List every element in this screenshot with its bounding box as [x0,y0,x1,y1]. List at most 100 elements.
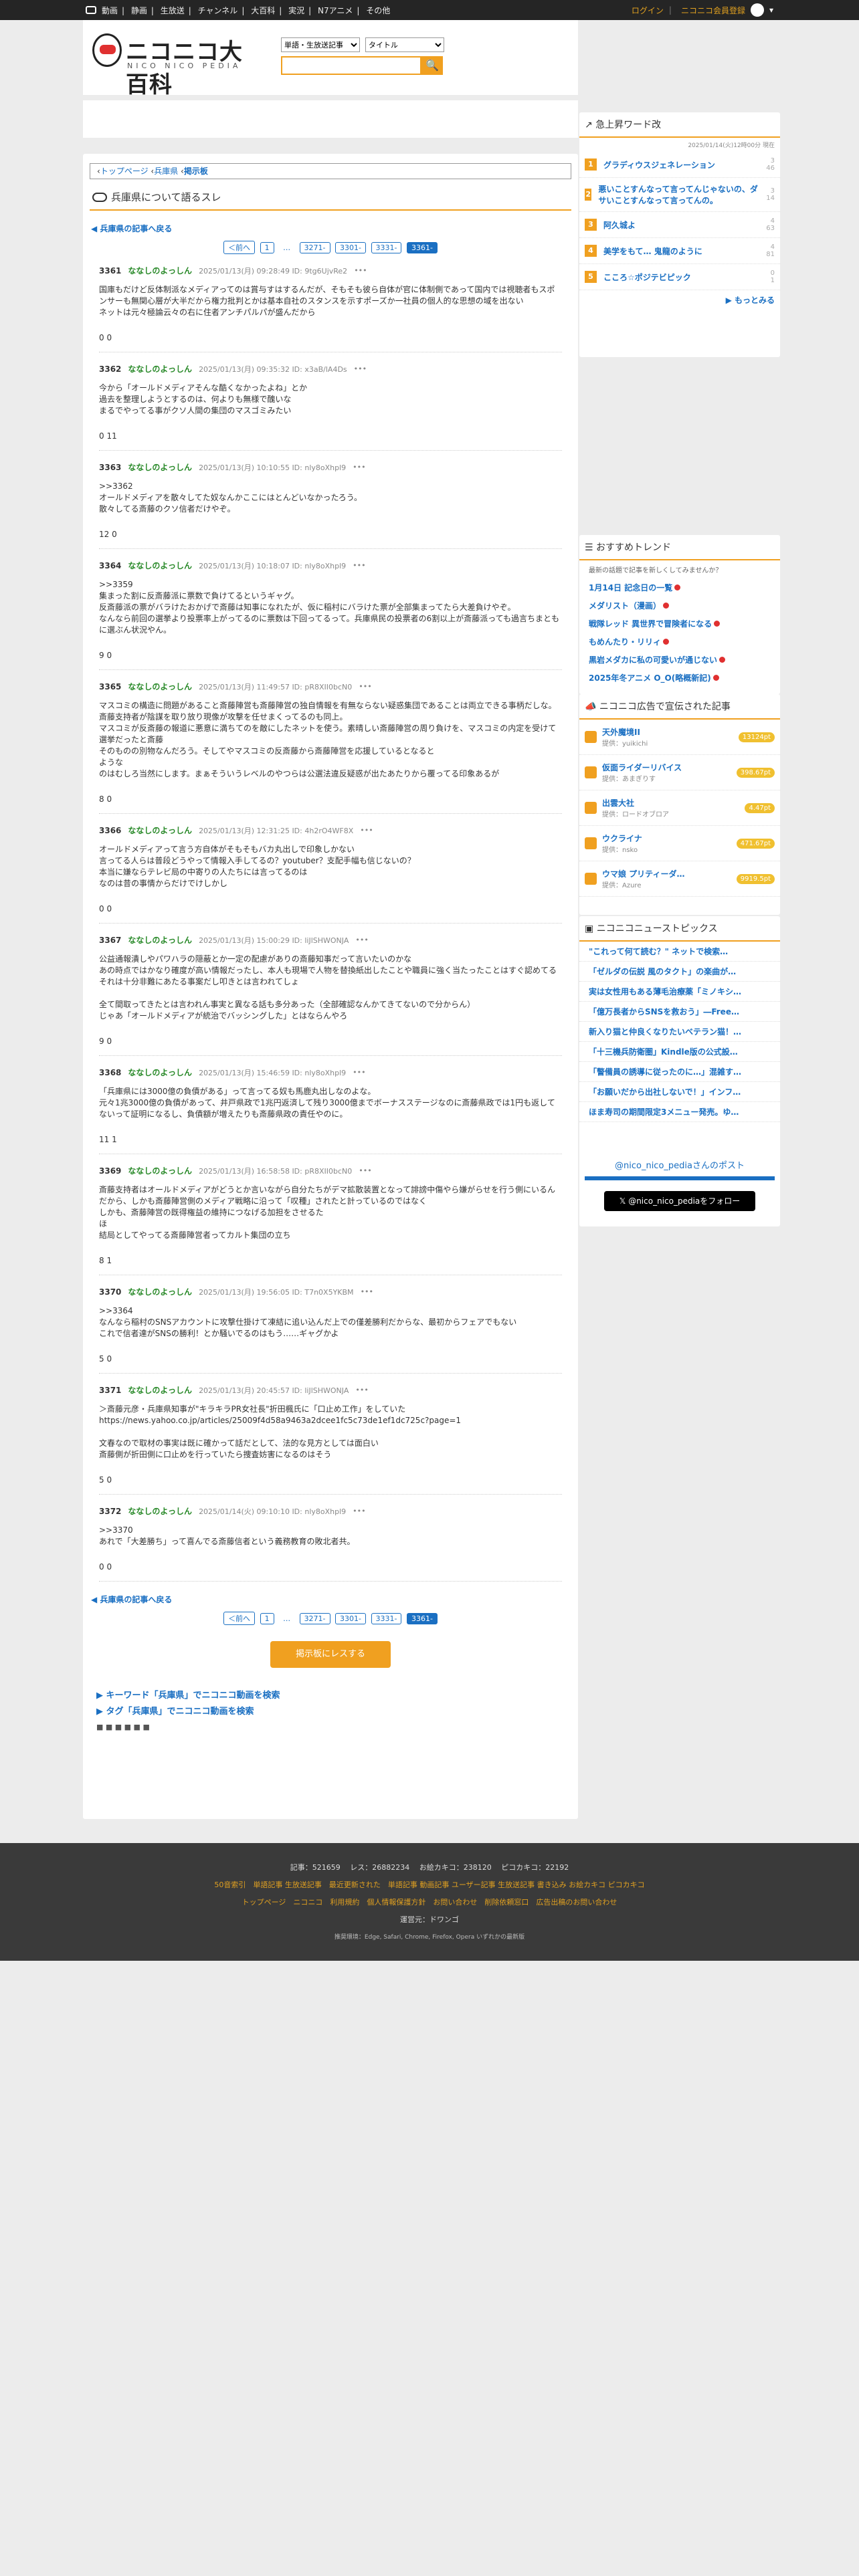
trend-label[interactable]: 戦隊レッド 異世界で冒険者になる [589,619,712,629]
pager-page[interactable]: 3271- [299,1613,330,1624]
post-menu-icon[interactable]: ••• [359,682,371,691]
post-votes[interactable]: 12 0 [99,530,562,539]
trend-item[interactable]: 戦隊レッド 異世界で冒険者になる [579,615,780,633]
post-votes[interactable]: 5 0 [99,1475,562,1485]
trend-label[interactable]: もめんたり・リリィ [589,637,661,647]
keyword-search-link[interactable]: ▶ キーワード「兵庫県」でニコニコ動画を検索 [96,1688,578,1704]
nav-item[interactable]: 生放送 [161,6,185,15]
search-input[interactable] [281,56,421,75]
post-votes[interactable]: 0 0 [99,333,562,342]
post-number[interactable]: 3372 [99,1507,121,1516]
share-icons[interactable]: ■ ■ ■ ■ ■ ■ [96,1723,578,1731]
breadcrumb-parent[interactable]: 兵庫県 [154,167,178,176]
news-item[interactable]: ほま寿司の期間限定3メニュー発売。ゆ… [579,1102,780,1122]
vote-counts[interactable]: 5 0 [99,1475,112,1485]
post-menu-icon[interactable]: ••• [354,266,367,275]
post-votes[interactable]: 0 11 [99,431,562,441]
post-menu-icon[interactable]: ••• [359,1166,371,1175]
post-votes[interactable]: 9 0 [99,1037,562,1046]
post-number[interactable]: 3368 [99,1068,121,1077]
twitter-follow-button[interactable]: 𝕏 @nico_nico_pediaをフォロー [604,1191,755,1211]
vote-counts[interactable]: 9 0 [99,651,112,660]
post-menu-icon[interactable]: ••• [354,364,367,373]
vote-counts[interactable]: 5 0 [99,1354,112,1364]
pager-prev[interactable]: ＜前へ [223,241,256,254]
post-menu-icon[interactable]: ••• [355,936,368,944]
post-votes[interactable]: 11 1 [99,1135,562,1144]
vote-counts[interactable]: 0 0 [99,333,112,342]
post-menu-icon[interactable]: ••• [355,1386,368,1394]
vote-counts[interactable]: 8 1 [99,1256,112,1265]
post-votes[interactable]: 0 0 [99,904,562,914]
breadcrumb-home[interactable]: トップページ [100,167,149,176]
post-number[interactable]: 3362 [99,364,121,374]
pager-page[interactable]: 1 [260,1613,274,1624]
news-item[interactable]: 「十三機兵防衛圏」Kindle版の公式設… [579,1042,780,1062]
pager-page[interactable]: 3301- [335,1613,366,1624]
ad-article-item[interactable]: 天外魔境II 提供：yuikichi 13124pt [579,720,780,755]
footer-index-links[interactable]: 50音索引 単語記事 生放送記事 最近更新された 単語記事 動画記事 ユーザー記… [0,1876,859,1894]
rising-item[interactable]: 5 こころ☆ポジテビピック 0 1 [579,264,780,290]
trend-item[interactable]: 黒岩メダカに私の可愛いが通じない [579,651,780,669]
back-to-article-link[interactable]: ◀ 兵庫県の記事へ戻る [91,223,570,234]
ad-article-item[interactable]: 出雲大社 提供：ロードオブロア 4.47pt [579,790,780,826]
post-votes[interactable]: 0 0 [99,1562,562,1572]
pager-page[interactable]: 3301- [335,242,366,253]
chevron-down-icon[interactable]: ▾ [769,5,773,15]
post-number[interactable]: 3369 [99,1166,121,1176]
trend-item[interactable]: 1月14日 記念日の一覧 [579,578,780,597]
post-reply-button[interactable]: 掲示板にレスする [270,1641,391,1668]
niconico-tv-icon[interactable] [86,6,96,14]
post-menu-icon[interactable]: ••• [353,463,365,471]
vote-counts[interactable]: 0 0 [99,1562,112,1572]
search-field-select[interactable]: タイトル [365,37,444,52]
ad-article-title[interactable]: 出雲大社 [602,797,669,809]
post-number[interactable]: 3367 [99,936,121,945]
rising-item[interactable]: 4 美学をもて… 鬼龍のように 4 81 [579,238,780,264]
post-menu-icon[interactable]: ••• [353,1507,365,1515]
rising-title[interactable]: 悪いことすんなって言ってんじゃないの、ダサいことすんなって言ってんの。 [598,183,759,206]
trend-item[interactable]: メダリスト（漫画） [579,597,780,615]
news-item[interactable]: 新入り猫と仲良くなりたいベテラン猫！… [579,1022,780,1042]
ad-article-title[interactable]: 天外魔境II [602,726,648,738]
post-votes[interactable]: 8 1 [99,1256,562,1265]
rising-item[interactable]: 3 阿久城よ 4 63 [579,212,780,238]
nav-item[interactable]: 動画 [102,6,118,15]
more-link[interactable]: ▶ もっとみる [579,290,780,310]
vote-counts[interactable]: 9 0 [99,1037,112,1046]
nav-item[interactable]: 実況 [288,6,304,15]
back-to-article-link[interactable]: ◀ 兵庫県の記事へ戻る [91,1594,570,1605]
ad-article-title[interactable]: 仮面ライダーリバイス [602,762,682,773]
news-item[interactable]: 「億万長者からSNSを救おう」―Free… [579,1002,780,1022]
pager-page[interactable]: 3331- [371,1613,402,1624]
news-item[interactable]: 「ゼルダの伝説 風のタクト」の楽曲が… [579,962,780,982]
pager-page[interactable]: 3271- [299,242,330,253]
post-menu-icon[interactable]: ••• [361,1287,373,1296]
nav-item[interactable]: 静画 [131,6,147,15]
footer-links[interactable]: トップページ ニコニコ 利用規約 個人情報保護方針 お問い合わせ 削除依頼窓口 … [0,1894,859,1911]
vote-counts[interactable]: 0 0 [99,904,112,914]
news-item[interactable]: 「お願いだから出社しないで！」インフ… [579,1082,780,1102]
post-votes[interactable]: 8 0 [99,794,562,804]
news-item[interactable]: "これって何て読む？" ネットで検索… [579,942,780,962]
tag-search-link[interactable]: ▶ タグ「兵庫県」でニコニコ動画を検索 [96,1704,578,1720]
trend-label[interactable]: 1月14日 記念日の一覧 [589,583,672,593]
trend-label[interactable]: メダリスト（漫画） [589,601,661,611]
post-votes[interactable]: 9 0 [99,651,562,660]
search-target-select[interactable]: 単語・生放送記事 [281,37,360,52]
post-menu-icon[interactable]: ••• [353,1068,365,1077]
post-votes[interactable]: 5 0 [99,1354,562,1364]
post-number[interactable]: 3366 [99,826,121,835]
post-number[interactable]: 3361 [99,266,121,276]
trend-label[interactable]: 黒岩メダカに私の可愛いが通じない [589,655,717,665]
ad-article-item[interactable]: ウマ娘 プリティーダ… 提供：Azure 9919.5pt [579,861,780,897]
vote-counts[interactable]: 12 0 [99,530,117,539]
vote-counts[interactable]: 8 0 [99,794,112,804]
post-number[interactable]: 3365 [99,682,121,691]
nav-item[interactable]: N7アニメ [318,6,353,15]
search-icon[interactable]: 🔍 [421,56,443,75]
ad-article-item[interactable]: 仮面ライダーリバイス 提供：あまぎりす 398.67pt [579,755,780,790]
rising-title[interactable]: 阿久城よ [603,219,636,231]
nav-item[interactable]: 大百科 [251,6,275,15]
rising-item[interactable]: 1 グラディウスジェネレーション 3 46 [579,152,780,178]
